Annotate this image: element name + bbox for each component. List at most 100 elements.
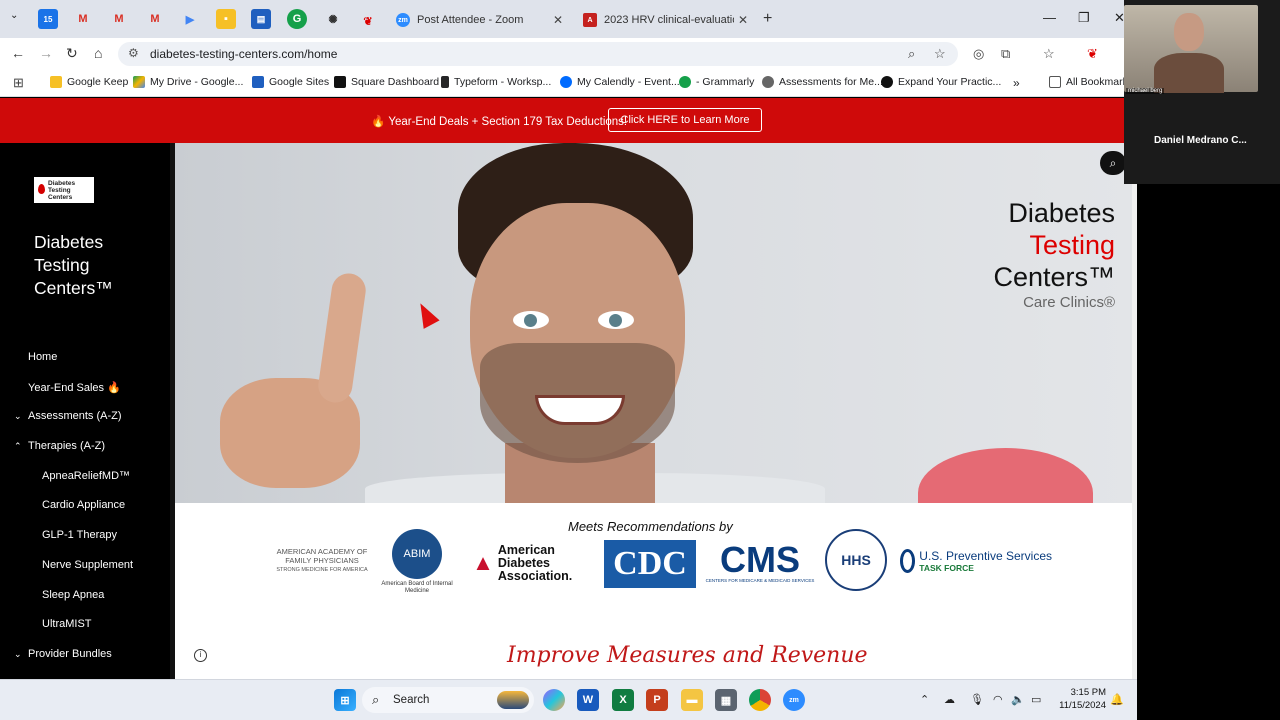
minimize-icon[interactable]: — <box>1043 10 1056 25</box>
nav-year-end-sales[interactable]: Year-End Sales 🔥 <box>28 381 121 394</box>
bookmark-calendly[interactable]: My Calendly - Event... <box>560 76 680 88</box>
hero-title: Diabetes Testing Centers™ Care Clinics® <box>993 198 1115 311</box>
more-bookmarks-chevron-icon[interactable]: » <box>1013 76 1020 90</box>
partners-heading: Meets Recommendations by <box>568 519 733 534</box>
pinned-tab-gmail-icon[interactable]: M <box>73 9 93 29</box>
nav-assessments[interactable]: Assessments (A-Z) <box>28 410 122 422</box>
square-icon <box>334 76 346 88</box>
bookmark-google-keep[interactable]: Google Keep <box>50 76 128 88</box>
notification-bell-icon[interactable]: 🔔 <box>1110 693 1124 706</box>
address-bar[interactable]: ⚙ diabetes-testing-centers.com/home ⌕ ☆ <box>118 42 958 66</box>
chrome-icon[interactable] <box>749 689 771 711</box>
tab-zoom[interactable]: zm Post Attendee - Zoom ✕ <box>386 6 571 34</box>
pinned-tab-grammarly-icon[interactable]: G <box>287 9 307 29</box>
site-search-icon[interactable]: ⌕ <box>1100 151 1126 175</box>
brain-illustration <box>918 448 1093 503</box>
file-explorer-icon[interactable]: ▬ <box>681 689 703 711</box>
close-icon[interactable]: ✕ <box>553 13 563 27</box>
bookmark-google-sites[interactable]: Google Sites <box>252 76 329 88</box>
tab-pdf[interactable]: A 2023 HRV clinical-evaluation-of ✕ <box>573 6 756 34</box>
search-icon: ⌕ <box>372 692 380 707</box>
profile-icon[interactable]: ❦ <box>1087 46 1098 62</box>
calendly-icon <box>560 76 572 88</box>
apps-grid-icon[interactable]: ⊞ <box>13 75 24 91</box>
home-icon[interactable]: ⌂ <box>94 45 102 61</box>
sidebar: Diabetes Testing Centers Diabetes Testin… <box>0 143 175 679</box>
bookmark-square-dashboard[interactable]: Square Dashboard <box>334 76 439 88</box>
grammarly-icon <box>679 76 691 88</box>
browser-tab-strip: ⌄ 15 M M M ▶ ▪ ▤ G ✺ ❦ zm Post Attendee … <box>0 0 1137 38</box>
chevron-down-icon[interactable]: ⌄ <box>14 649 22 660</box>
bookmark-typeform[interactable]: Typeform - Worksp... <box>441 76 551 88</box>
nav-home[interactable]: Home <box>28 351 57 363</box>
volume-icon[interactable]: 🔈 <box>1011 693 1025 706</box>
tray-chevron-up-icon[interactable]: ⌃ <box>920 693 929 706</box>
close-icon[interactable]: ✕ <box>738 13 748 27</box>
pinned-tab-play-icon[interactable]: ▶ <box>180 9 200 29</box>
start-windows-icon[interactable]: ⊞ <box>334 689 356 711</box>
extension-icon[interactable]: ◎ <box>973 46 984 62</box>
site-logo[interactable]: Diabetes Testing Centers <box>34 177 94 203</box>
pinned-tab-gmail-icon[interactable]: M <box>145 9 165 29</box>
bookmark-all-bookmarks[interactable]: All Bookmarks <box>1049 76 1133 88</box>
nav-apnea-relief[interactable]: ApneaReliefMD™ <box>42 470 130 482</box>
chevron-up-icon[interactable]: ⌃ <box>14 441 22 452</box>
info-icon[interactable]: i <box>194 649 207 662</box>
windows-taskbar: ⊞ ⌕ Search W X P ▬ ▦ zm ⌃ ☁ 🎙 ◠ 🔈 ▭ 3:15… <box>0 679 1137 720</box>
tab-search-chevron-icon[interactable]: ⌄ <box>10 10 18 21</box>
onedrive-cloud-icon[interactable]: ☁ <box>944 693 955 706</box>
nav-ultramist[interactable]: UltraMIST <box>42 618 92 630</box>
reload-icon[interactable]: ↻ <box>66 45 78 62</box>
bookmark-my-drive[interactable]: My Drive - Google... <box>133 76 243 88</box>
bookmark-assessments[interactable]: Assessments for Me... <box>762 76 883 88</box>
partners-section: Meets Recommendations by AMERICAN ACADEM… <box>175 503 1132 679</box>
system-clock[interactable]: 3:15 PM 11/15/2024 <box>1056 686 1106 712</box>
bookmark-expand-practice[interactable]: Expand Your Practic... <box>881 76 1001 88</box>
excel-icon[interactable]: X <box>612 689 634 711</box>
site-info-icon[interactable]: ⚙ <box>128 46 139 60</box>
zoom-video-panel: michael berg Daniel Medrano C... <box>1124 0 1280 184</box>
nav-nerve-supplement[interactable]: Nerve Supplement <box>42 559 133 571</box>
pinned-tab-keep-icon[interactable]: ▪ <box>216 9 236 29</box>
abim-logo: ABIM American Board of Internal Medicine <box>381 527 453 597</box>
microphone-icon[interactable]: 🎙 <box>970 693 984 706</box>
bookmark-star-icon[interactable]: ☆ <box>934 46 946 62</box>
word-icon[interactable]: W <box>577 689 599 711</box>
zoom-app-icon[interactable]: zm <box>783 689 805 711</box>
pinned-tab-gmail-icon[interactable]: M <box>109 9 129 29</box>
pinned-tab-sites-icon[interactable]: ▤ <box>251 9 271 29</box>
camera-name-label: michael berg <box>1126 88 1165 94</box>
back-arrow-icon[interactable]: ← <box>11 45 25 61</box>
drive-icon <box>133 76 145 88</box>
nav-provider-bundles[interactable]: Provider Bundles <box>28 648 112 660</box>
pinned-tab-calendar-icon[interactable]: 15 <box>38 9 58 29</box>
new-tab-plus-icon[interactable]: + <box>763 10 772 28</box>
nav-therapies[interactable]: Therapies (A-Z) <box>28 440 105 452</box>
sites-icon <box>252 76 264 88</box>
restore-icon[interactable]: ❐ <box>1078 10 1090 26</box>
nav-glp1-therapy[interactable]: GLP-1 Therapy <box>42 529 117 541</box>
zoom-magnifier-icon[interactable]: ⌕ <box>908 46 915 62</box>
copilot-icon[interactable] <box>543 689 565 711</box>
nav-sleep-apnea[interactable]: Sleep Apnea <box>42 589 104 601</box>
aafp-logo: AMERICAN ACADEMY OF FAMILY PHYSICIANS ST… <box>276 547 368 573</box>
taskbar-search[interactable]: ⌕ Search <box>362 687 534 713</box>
learn-more-button[interactable]: Click HERE to Learn More <box>608 108 762 132</box>
bookmark-grammarly[interactable]: - Grammarly <box>679 76 754 88</box>
calculator-icon[interactable]: ▦ <box>715 689 737 711</box>
pinned-tab-chatgpt-icon[interactable]: ✺ <box>323 9 343 29</box>
page-scrollbar[interactable] <box>1132 143 1137 679</box>
ada-logo: ▲ American Diabetes Association. <box>472 542 573 583</box>
extensions-puzzle-icon[interactable]: ⧉ <box>1001 46 1010 62</box>
chevron-down-icon[interactable]: ⌄ <box>14 411 22 422</box>
screen: ⌄ 15 M M M ▶ ▪ ▤ G ✺ ❦ zm Post Attendee … <box>0 0 1280 720</box>
bookmarks-icon[interactable]: ☆ <box>1043 46 1055 62</box>
powerpoint-icon[interactable]: P <box>646 689 668 711</box>
nav-cardio-appliance[interactable]: Cardio Appliance <box>42 499 125 511</box>
wifi-icon[interactable]: ◠ <box>993 693 1003 706</box>
battery-icon[interactable]: ▭ <box>1031 693 1041 706</box>
active-tab-diabetes-icon[interactable]: ❦ <box>353 6 383 36</box>
browser-toolbar: ← → ↻ ⌂ ⚙ diabetes-testing-centers.com/h… <box>0 38 1137 70</box>
forward-arrow-icon[interactable]: → <box>39 45 53 61</box>
folder-icon <box>1049 76 1061 88</box>
